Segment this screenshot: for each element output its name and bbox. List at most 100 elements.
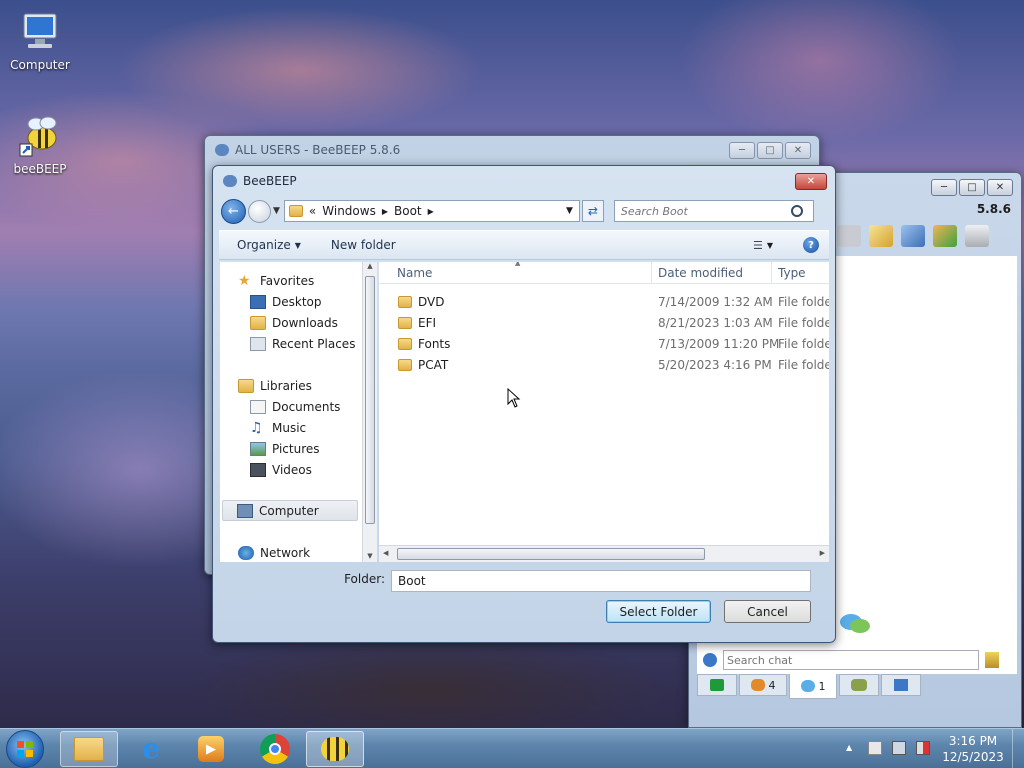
nav-computer[interactable]: Computer (222, 500, 358, 521)
breadcrumb-overflow[interactable]: « (309, 204, 316, 218)
taskbar-beebeep[interactable] (306, 731, 364, 767)
folder-dialog[interactable]: BeeBEEP ✕ ← ▼ « Windows ▶ Boot ▶ ▼ ⇄ Org… (212, 165, 836, 643)
folder-icon (398, 317, 412, 329)
recent-places-icon (250, 336, 266, 351)
organize-button[interactable]: Organize ▼ (219, 238, 309, 252)
file-share-icon (894, 679, 908, 691)
breadcrumb-windows[interactable]: Windows (322, 204, 376, 218)
downloads-icon (250, 315, 266, 330)
videos-icon (250, 462, 266, 477)
home-icon (710, 679, 724, 691)
taskbar-media-player[interactable]: ▶ (182, 731, 240, 767)
network-icon[interactable] (892, 741, 906, 755)
nav-scrollbar[interactable]: ▲ ▼ (362, 262, 377, 562)
nav-label: Downloads (272, 315, 338, 330)
maximize-button[interactable]: □ (757, 141, 783, 159)
tab-home[interactable] (697, 674, 737, 696)
forward-button[interactable] (248, 199, 271, 223)
new-folder-button[interactable]: New folder (323, 238, 404, 252)
nav-downloads[interactable]: Downloads (250, 312, 355, 333)
file-row[interactable]: PCAT 5/20/2023 4:16 PM File folder (379, 355, 829, 376)
nav-music[interactable]: ♫ Music (250, 417, 340, 438)
nav-videos[interactable]: Videos (250, 459, 340, 480)
hscroll-thumb[interactable] (397, 548, 705, 560)
file-row[interactable]: DVD 7/14/2009 1:32 AM File folder (379, 292, 829, 313)
broom-icon[interactable] (985, 652, 999, 668)
tab-chats[interactable]: 1 (789, 674, 837, 699)
navigation-pane[interactable]: ★ Favorites Desktop Downloads Recent Pla… (220, 262, 370, 562)
nav-label: Pictures (272, 441, 320, 456)
scroll-left-icon[interactable]: ◀ (383, 549, 388, 557)
taskbar-explorer[interactable] (60, 731, 118, 767)
file-row[interactable]: EFI 8/21/2023 1:03 AM File folder (379, 313, 829, 334)
maximize-button[interactable]: □ (959, 179, 985, 196)
tab-groups[interactable] (839, 674, 879, 696)
breadcrumb[interactable]: « Windows ▶ Boot ▶ ▼ (283, 200, 580, 222)
users-icon (750, 679, 765, 691)
show-hidden-icons-button[interactable]: ▲ (846, 743, 852, 752)
nav-network[interactable]: Network (238, 542, 310, 562)
nav-scroll-thumb[interactable] (365, 276, 375, 524)
desktop-icon-beebeep[interactable]: beeBEEP (0, 114, 80, 176)
action-center-icon[interactable] (868, 741, 882, 755)
chat-search-input[interactable] (723, 650, 979, 670)
nav-pictures[interactable]: Pictures (250, 438, 340, 459)
chevron-down-icon[interactable]: ▼ (767, 241, 773, 250)
tab-files[interactable] (881, 674, 921, 696)
chat-toolbar (837, 225, 989, 247)
scroll-down-icon[interactable]: ▼ (363, 552, 377, 560)
tab-users[interactable]: 4 (739, 674, 787, 696)
start-button[interactable] (6, 730, 44, 768)
nav-favorites[interactable]: ★ Favorites (238, 270, 355, 291)
envelope-icon[interactable] (837, 225, 861, 247)
chevron-right-icon[interactable]: ▶ (428, 207, 434, 216)
chevron-right-icon[interactable]: ▶ (382, 207, 388, 216)
minimize-button[interactable]: ─ (729, 141, 755, 159)
column-header-date[interactable]: Date modified (651, 262, 771, 284)
taskbar-chrome[interactable] (246, 731, 304, 767)
taskbar-clock[interactable]: 3:16 PM 12/5/2023 (940, 733, 1006, 765)
nav-documents[interactable]: Documents (250, 396, 340, 417)
edit-icon[interactable] (869, 225, 893, 247)
nav-desktop[interactable]: Desktop (250, 291, 355, 312)
help-icon[interactable]: ? (803, 237, 819, 253)
close-button[interactable]: ✕ (795, 172, 827, 190)
close-button[interactable]: ✕ (785, 141, 811, 159)
clock-date: 12/5/2023 (942, 750, 1004, 764)
tools-icon[interactable] (901, 225, 925, 247)
history-dropdown-icon[interactable]: ▼ (273, 206, 280, 216)
cancel-button[interactable]: Cancel (724, 600, 811, 623)
dialog-titlebar[interactable]: BeeBEEP ✕ (213, 166, 835, 196)
nav-favorites-group: ★ Favorites Desktop Downloads Recent Pla… (238, 270, 355, 354)
file-row[interactable]: Fonts 7/13/2009 11:20 PMFile folder (379, 334, 829, 355)
gear-icon[interactable] (703, 653, 717, 667)
star-icon: ★ (238, 272, 251, 289)
file-list-hscrollbar[interactable]: ◀ ▶ (379, 545, 829, 562)
upload-icon[interactable] (933, 225, 957, 247)
search-icon[interactable] (790, 205, 803, 217)
nav-recent-places[interactable]: Recent Places (250, 333, 355, 354)
volume-muted-icon[interactable] (916, 741, 930, 755)
folder-input[interactable] (391, 570, 811, 592)
minimize-button[interactable]: ─ (931, 179, 957, 196)
search-input[interactable] (614, 202, 791, 220)
scroll-up-icon[interactable]: ▲ (363, 262, 377, 276)
nav-libraries[interactable]: Libraries (238, 375, 340, 396)
desktop-icon-computer[interactable]: Computer (0, 10, 80, 72)
close-button[interactable]: ✕ (987, 179, 1013, 196)
breadcrumb-boot[interactable]: Boot (394, 204, 422, 218)
address-dropdown-icon[interactable]: ▼ (566, 206, 573, 216)
taskbar-internet-explorer[interactable]: e (122, 731, 180, 767)
show-desktop-button[interactable] (1012, 729, 1024, 768)
select-folder-button[interactable]: Select Folder (606, 600, 711, 623)
file-list[interactable]: Name ▲ Date modified Type DVD 7/14/2009 1… (379, 262, 829, 562)
nav-label: Music (272, 420, 307, 435)
refresh-button[interactable]: ⇄ (581, 200, 604, 222)
view-options-icon[interactable]: ☰ (753, 239, 763, 252)
background-window-titlebar[interactable]: ALL USERS - BeeBEEP 5.8.6 ─ □ ✕ (205, 136, 819, 164)
nav-label: Network (260, 545, 311, 560)
scroll-right-icon[interactable]: ▶ (820, 549, 825, 557)
column-header-type[interactable]: Type (771, 262, 829, 284)
back-button[interactable]: ← (221, 198, 246, 224)
trash-icon[interactable] (965, 225, 989, 247)
